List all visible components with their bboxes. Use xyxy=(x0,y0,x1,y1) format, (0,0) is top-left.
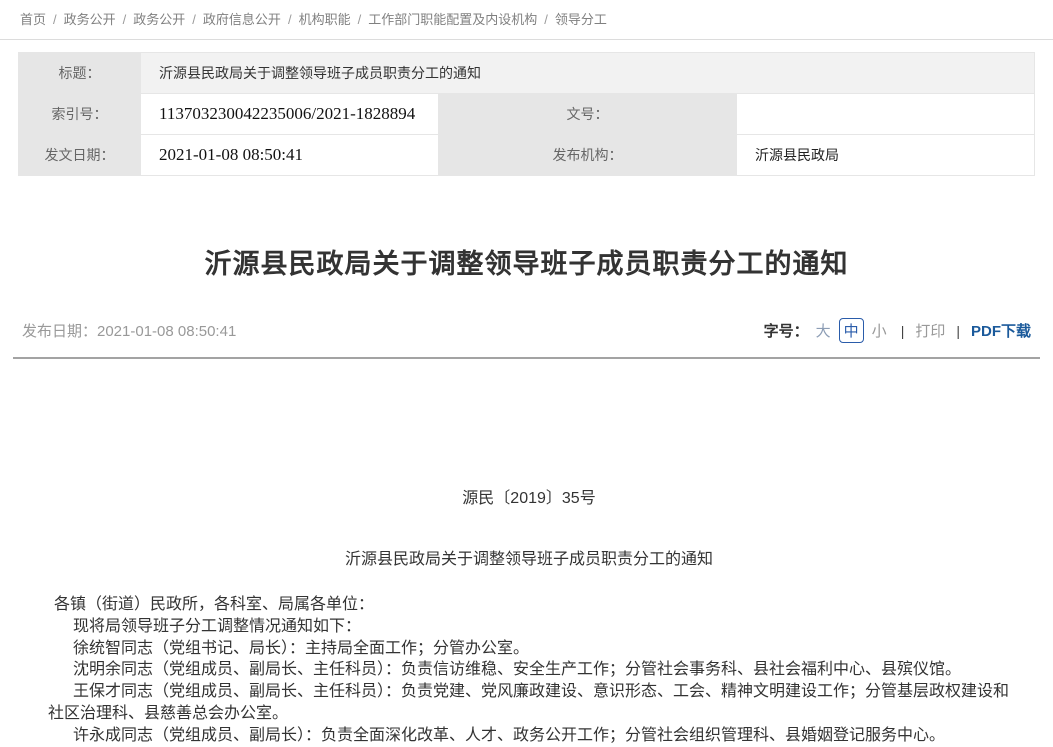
paragraph-intro: 现将局领导班子分工调整情况通知如下： xyxy=(48,616,1010,638)
document-content: 源民〔2019〕35号 沂源县民政局关于调整领导班子成员职责分工的通知 各镇（街… xyxy=(0,484,1053,747)
article-toolbar: 字号： 大 中 小 | 打印 | PDF下载 xyxy=(764,318,1031,343)
publisher-label: 发布机构： xyxy=(439,135,737,176)
breadcrumb-separator: / xyxy=(123,12,127,27)
paragraph-xu-yongcheng: 许永成同志（党组成员、副局长）：负责全面深化改革、人才、政务公开工作；分管社会组… xyxy=(48,725,1010,747)
breadcrumb-zhengwu-gongkai-1[interactable]: 政务公开 xyxy=(64,12,116,27)
title-label: 标题： xyxy=(19,53,141,94)
breadcrumb-separator: / xyxy=(53,12,57,27)
breadcrumb-current-page: 领导分工 xyxy=(555,12,607,27)
breadcrumb-separator: / xyxy=(358,12,362,27)
paragraph-shen-mingyu: 沈明余同志（党组成员、副局长、主任科员）：负责信访维稳、安全生产工作；分管社会事… xyxy=(48,659,1010,681)
paragraph-salutation: 各镇（街道）民政所，各科室、局属各单位： xyxy=(48,594,1010,616)
document-paragraphs: 各镇（街道）民政所，各科室、局属各单位： 现将局领导班子分工调整情况通知如下： … xyxy=(48,594,1010,747)
doc-number-label: 文号： xyxy=(439,94,737,135)
breadcrumb-department-config[interactable]: 工作部门职能配置及内设机构 xyxy=(368,12,537,27)
paragraph-wang-baocai: 王保才同志（党组成员、副局长、主任科员）：负责党建、党风廉政建设、意识形态、工会… xyxy=(48,681,1010,725)
title-value: 沂源县民政局关于调整领导班子成员职责分工的通知 xyxy=(141,53,1035,94)
breadcrumb-separator: / xyxy=(288,12,292,27)
print-button[interactable]: 打印 xyxy=(915,320,945,341)
font-size-label: 字号： xyxy=(764,320,809,341)
issue-date-label: 发文日期： xyxy=(19,135,141,176)
document-reference-number: 源民〔2019〕35号 xyxy=(48,484,1010,508)
table-row-index: 索引号： 113703230042235006/2021-1828894 文号： xyxy=(19,94,1035,135)
document-inner-title: 沂源县民政局关于调整领导班子成员职责分工的通知 xyxy=(48,545,1010,569)
breadcrumb-separator: / xyxy=(544,12,548,27)
breadcrumb-zhengwu-gongkai-2[interactable]: 政务公开 xyxy=(133,12,185,27)
font-size-medium-button[interactable]: 中 xyxy=(839,318,864,343)
header-divider xyxy=(13,357,1040,359)
document-info-table: 标题： 沂源县民政局关于调整领导班子成员职责分工的通知 索引号： 1137032… xyxy=(18,52,1035,176)
breadcrumb-home[interactable]: 首页 xyxy=(20,12,46,27)
doc-number-value xyxy=(737,94,1035,135)
breadcrumb-government-info[interactable]: 政府信息公开 xyxy=(203,12,281,27)
toolbar-divider: | xyxy=(901,323,905,339)
publisher-value: 沂源县民政局 xyxy=(737,135,1035,176)
issue-date-value: 2021-01-08 08:50:41 xyxy=(141,135,439,176)
font-size-large-button[interactable]: 大 xyxy=(813,320,834,341)
breadcrumb: 首页 / 政务公开 / 政务公开 / 政府信息公开 / 机构职能 / 工作部门职能配置及内设机构 / 领… xyxy=(0,0,1053,40)
toolbar-divider: | xyxy=(956,323,960,339)
article-meta-row: 发布日期：2021-01-08 08:50:41 字号： 大 中 小 | 打印 … xyxy=(22,318,1031,343)
table-row-title: 标题： 沂源县民政局关于调整领导班子成员职责分工的通知 xyxy=(19,53,1035,94)
table-row-date: 发文日期： 2021-01-08 08:50:41 发布机构： 沂源县民政局 xyxy=(19,135,1035,176)
paragraph-xu-tongzhi: 徐统智同志（党组书记、局长）：主持局全面工作；分管办公室。 xyxy=(48,638,1010,660)
breadcrumb-agency-functions[interactable]: 机构职能 xyxy=(299,12,351,27)
publish-date: 发布日期：2021-01-08 08:50:41 xyxy=(22,320,236,341)
index-number-value: 113703230042235006/2021-1828894 xyxy=(141,94,439,135)
pdf-download-button[interactable]: PDF下载 xyxy=(971,320,1031,341)
page-title: 沂源县民政局关于调整领导班子成员职责分工的通知 xyxy=(0,242,1053,281)
breadcrumb-separator: / xyxy=(192,12,196,27)
font-size-small-button[interactable]: 小 xyxy=(869,320,890,341)
index-number-label: 索引号： xyxy=(19,94,141,135)
